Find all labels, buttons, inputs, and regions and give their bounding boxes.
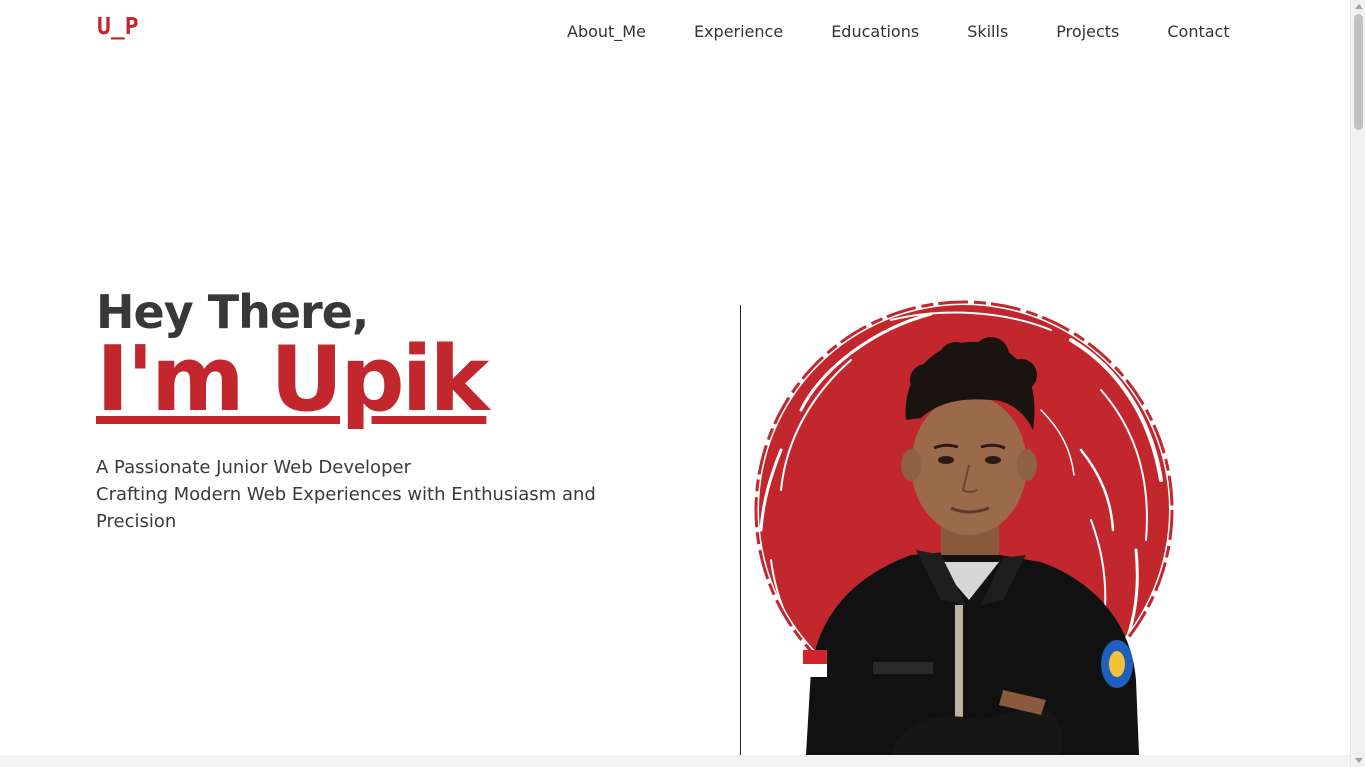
portrait-illustration: [754, 300, 1174, 755]
scrollbar-thumb[interactable]: [1354, 14, 1363, 130]
scroll-up-arrow-icon[interactable]: [1355, 4, 1363, 9]
hero-intro: Hey There, I'm Upik A Passionate Junior …: [96, 284, 656, 535]
nav-links: About_Me Experience Educations Skills Pr…: [567, 22, 1230, 42]
hero-tagline-line2: Crafting Modern Web Experiences with Ent…: [96, 484, 596, 532]
nav-link-experience[interactable]: Experience: [694, 22, 783, 42]
next-section-edge: [0, 755, 1350, 767]
nav-link-about-me[interactable]: About_Me: [567, 22, 646, 42]
nav-link-educations[interactable]: Educations: [831, 22, 919, 42]
nav-link-projects[interactable]: Projects: [1056, 22, 1119, 42]
site-logo[interactable]: U_P: [97, 14, 139, 40]
nav-link-skills[interactable]: Skills: [967, 22, 1008, 42]
navbar: U_P About_Me Experience Educations Skill…: [0, 0, 1350, 66]
hero-name: I'm Upik: [96, 327, 489, 432]
hero-tagline: A Passionate Junior Web Developer Crafti…: [96, 454, 606, 535]
scroll-down-arrow-icon[interactable]: [1355, 758, 1363, 763]
page-scrollbar[interactable]: [1350, 0, 1365, 767]
hero-portrait: [741, 300, 1201, 755]
hero-tagline-line1: A Passionate Junior Web Developer: [96, 457, 411, 478]
nav-link-contact[interactable]: Contact: [1167, 22, 1229, 42]
